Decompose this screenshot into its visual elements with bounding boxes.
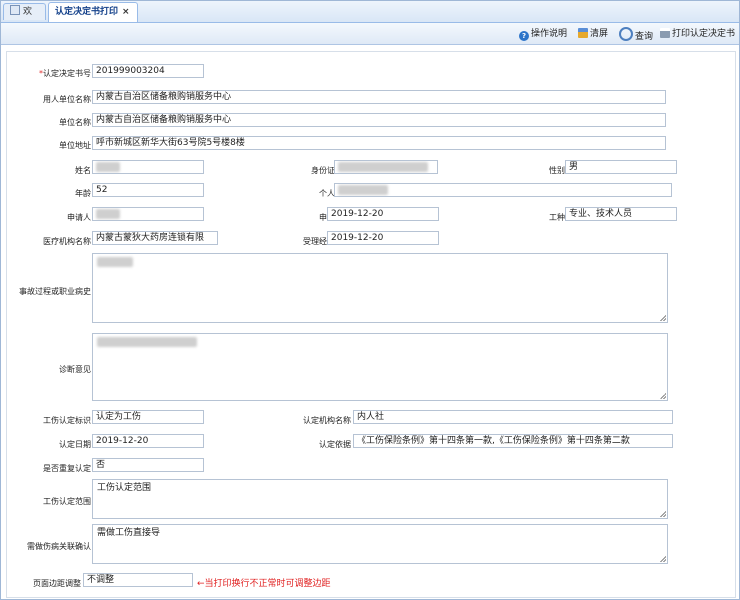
margin-hint: ←当打印换行不正常时可调整边距 <box>197 579 331 589</box>
query-button[interactable]: 查询 <box>619 27 654 42</box>
employer-name-input[interactable]: 内蒙古自治区储备粮购销服务中心 <box>92 90 666 104</box>
resize-grip-icon[interactable] <box>660 511 666 517</box>
medical-org-input[interactable]: 内蒙古蒙狄大药房连锁有限 <box>92 231 218 245</box>
age-input[interactable]: 52 <box>92 183 204 197</box>
decision-no-label-text: 认定决定书号 <box>43 69 91 78</box>
org-name-label: 认定机构名称 <box>303 416 351 425</box>
repeat-label: 是否重复认定 <box>43 464 91 473</box>
basis-input[interactable]: 《工伤保险条例》第十四条第一款,《工伤保险条例》第十四条第二款 <box>353 434 673 448</box>
related-confirm-textarea[interactable]: 需做工伤直接导 <box>92 524 668 564</box>
print-button[interactable]: 打印认定决定书 <box>660 27 735 41</box>
help-icon: ? <box>519 31 529 41</box>
injury-flag-input[interactable]: 认定为工伤 <box>92 410 204 424</box>
help-button-label: 操作说明 <box>531 29 568 39</box>
redacted-value <box>97 256 133 267</box>
injury-flag-label: 工伤认定标识 <box>43 416 91 425</box>
resize-grip-icon[interactable] <box>660 556 666 562</box>
search-icon <box>619 27 633 41</box>
decision-date-label: 认定日期 <box>59 440 91 449</box>
diagnosis-textarea[interactable] <box>92 333 668 401</box>
redacted-value <box>96 208 120 219</box>
query-button-label: 查询 <box>635 32 654 42</box>
medical-org-label: 医疗机构名称 <box>43 237 91 246</box>
related-confirm-text: 需做工伤直接导 <box>97 528 161 538</box>
unit-address-input[interactable]: 呼市新城区新华大街63号院5号楼8楼 <box>92 136 666 150</box>
tab-decision-print[interactable]: 认定决定书打印 × <box>48 2 138 22</box>
decision-no-label: *认定决定书号 <box>39 68 91 79</box>
app-window: 欢迎 认定决定书打印× ?操作说明 清屏 查询 打印认定决定书 *认定决定书号 … <box>0 0 740 600</box>
redacted-value <box>338 184 388 195</box>
applicant-input[interactable] <box>92 207 204 221</box>
applicant-label: 申请人 <box>67 213 91 222</box>
form-panel: *认定决定书号 201999003204 用人单位名称 内蒙古自治区储备粮购销服… <box>6 51 736 598</box>
related-confirm-label: 需做伤病关联确认 <box>27 542 91 551</box>
gender-input[interactable]: 男 <box>565 160 677 174</box>
scope-text: 工伤认定范围 <box>97 483 152 493</box>
gender-label: 性别 <box>549 166 565 175</box>
clear-icon <box>578 28 588 38</box>
margin-label: 页面边距调整 <box>33 579 81 588</box>
org-name-input[interactable]: 内人社 <box>353 410 673 424</box>
job-type-label: 工种 <box>549 213 565 222</box>
print-button-label: 打印认定决定书 <box>672 29 736 39</box>
scope-label: 工伤认定范围 <box>43 497 91 506</box>
accident-process-label: 事故过程或职业病史 <box>19 287 91 296</box>
resize-grip-icon[interactable] <box>660 393 666 399</box>
clear-button-label: 清屏 <box>590 29 609 39</box>
apply-date-input[interactable]: 2019-12-20 <box>327 207 439 221</box>
home-icon <box>10 5 20 15</box>
employer-name-label: 用人单位名称 <box>43 95 91 104</box>
printer-icon <box>660 28 670 38</box>
accident-process-textarea[interactable] <box>92 253 668 323</box>
resize-grip-icon[interactable] <box>660 315 666 321</box>
unit-address-label: 单位地址 <box>59 141 91 150</box>
tab-bar: 欢迎 认定决定书打印× <box>1 1 739 34</box>
job-type-input[interactable]: 专业、技术人员 <box>565 207 677 221</box>
toolbar: ? 操作说明 清屏 查询 打印认定决定书 <box>1 23 739 45</box>
scope-textarea[interactable]: 工伤认定范围 <box>92 479 668 519</box>
age-label: 年龄 <box>75 189 91 198</box>
unit-name-input[interactable]: 内蒙古自治区储备粮购销服务中心 <box>92 113 666 127</box>
unit-name-label: 单位名称 <box>59 118 91 127</box>
close-icon[interactable]: × <box>122 7 130 17</box>
decision-no-input[interactable]: 201999003204 <box>92 64 204 78</box>
decision-date-input[interactable]: 2019-12-20 <box>92 434 204 448</box>
tab-welcome[interactable]: 欢迎 <box>3 3 46 34</box>
clear-button[interactable]: 清屏 <box>578 27 608 41</box>
basis-label: 认定依据 <box>319 440 351 449</box>
name-label: 姓名 <box>75 166 91 175</box>
redacted-value <box>96 161 120 172</box>
redacted-value <box>338 161 428 172</box>
id-no-input[interactable] <box>334 160 438 174</box>
name-input[interactable] <box>92 160 204 174</box>
help-button[interactable]: ? 操作说明 <box>519 27 567 41</box>
diagnosis-label: 诊断意见 <box>59 365 91 374</box>
accept-date-input[interactable]: 2019-12-20 <box>327 231 439 245</box>
tab-decision-print-label: 认定决定书打印 <box>55 7 119 17</box>
personal-address-input[interactable] <box>334 183 672 197</box>
margin-select[interactable]: 不调整 <box>83 573 193 587</box>
repeat-input[interactable]: 否 <box>92 458 204 472</box>
redacted-value <box>97 336 197 347</box>
